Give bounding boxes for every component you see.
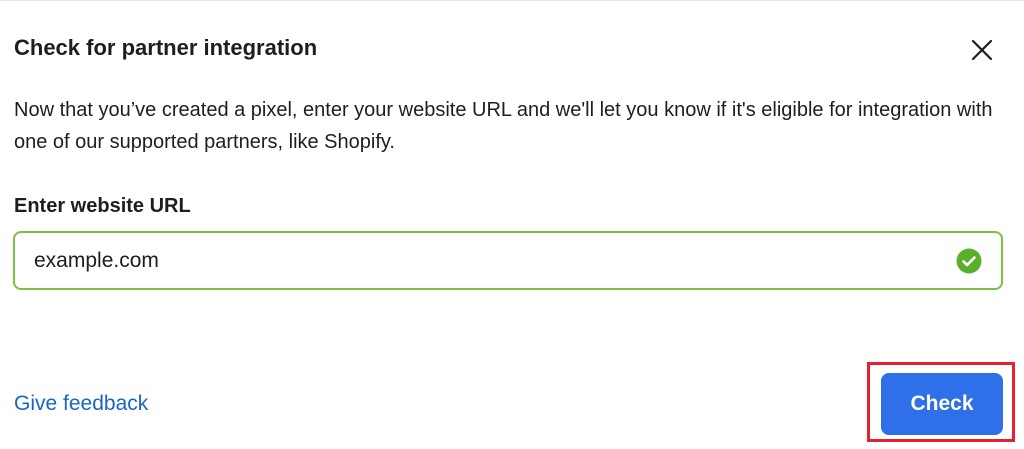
partner-integration-dialog: Check for partner integration Now that y… — [0, 0, 1024, 449]
website-url-label: Enter website URL — [14, 195, 191, 217]
website-url-field[interactable] — [13, 231, 1003, 290]
dialog-title: Check for partner integration — [14, 35, 318, 60]
dialog-description: Now that you’ve created a pixel, enter y… — [14, 99, 993, 153]
give-feedback-link[interactable]: Give feedback — [14, 390, 148, 418]
close-button[interactable] — [966, 34, 998, 66]
check-circle-icon — [955, 247, 983, 275]
check-button[interactable]: Check — [881, 373, 1003, 435]
website-url-input[interactable] — [15, 233, 955, 288]
close-icon — [971, 39, 993, 61]
